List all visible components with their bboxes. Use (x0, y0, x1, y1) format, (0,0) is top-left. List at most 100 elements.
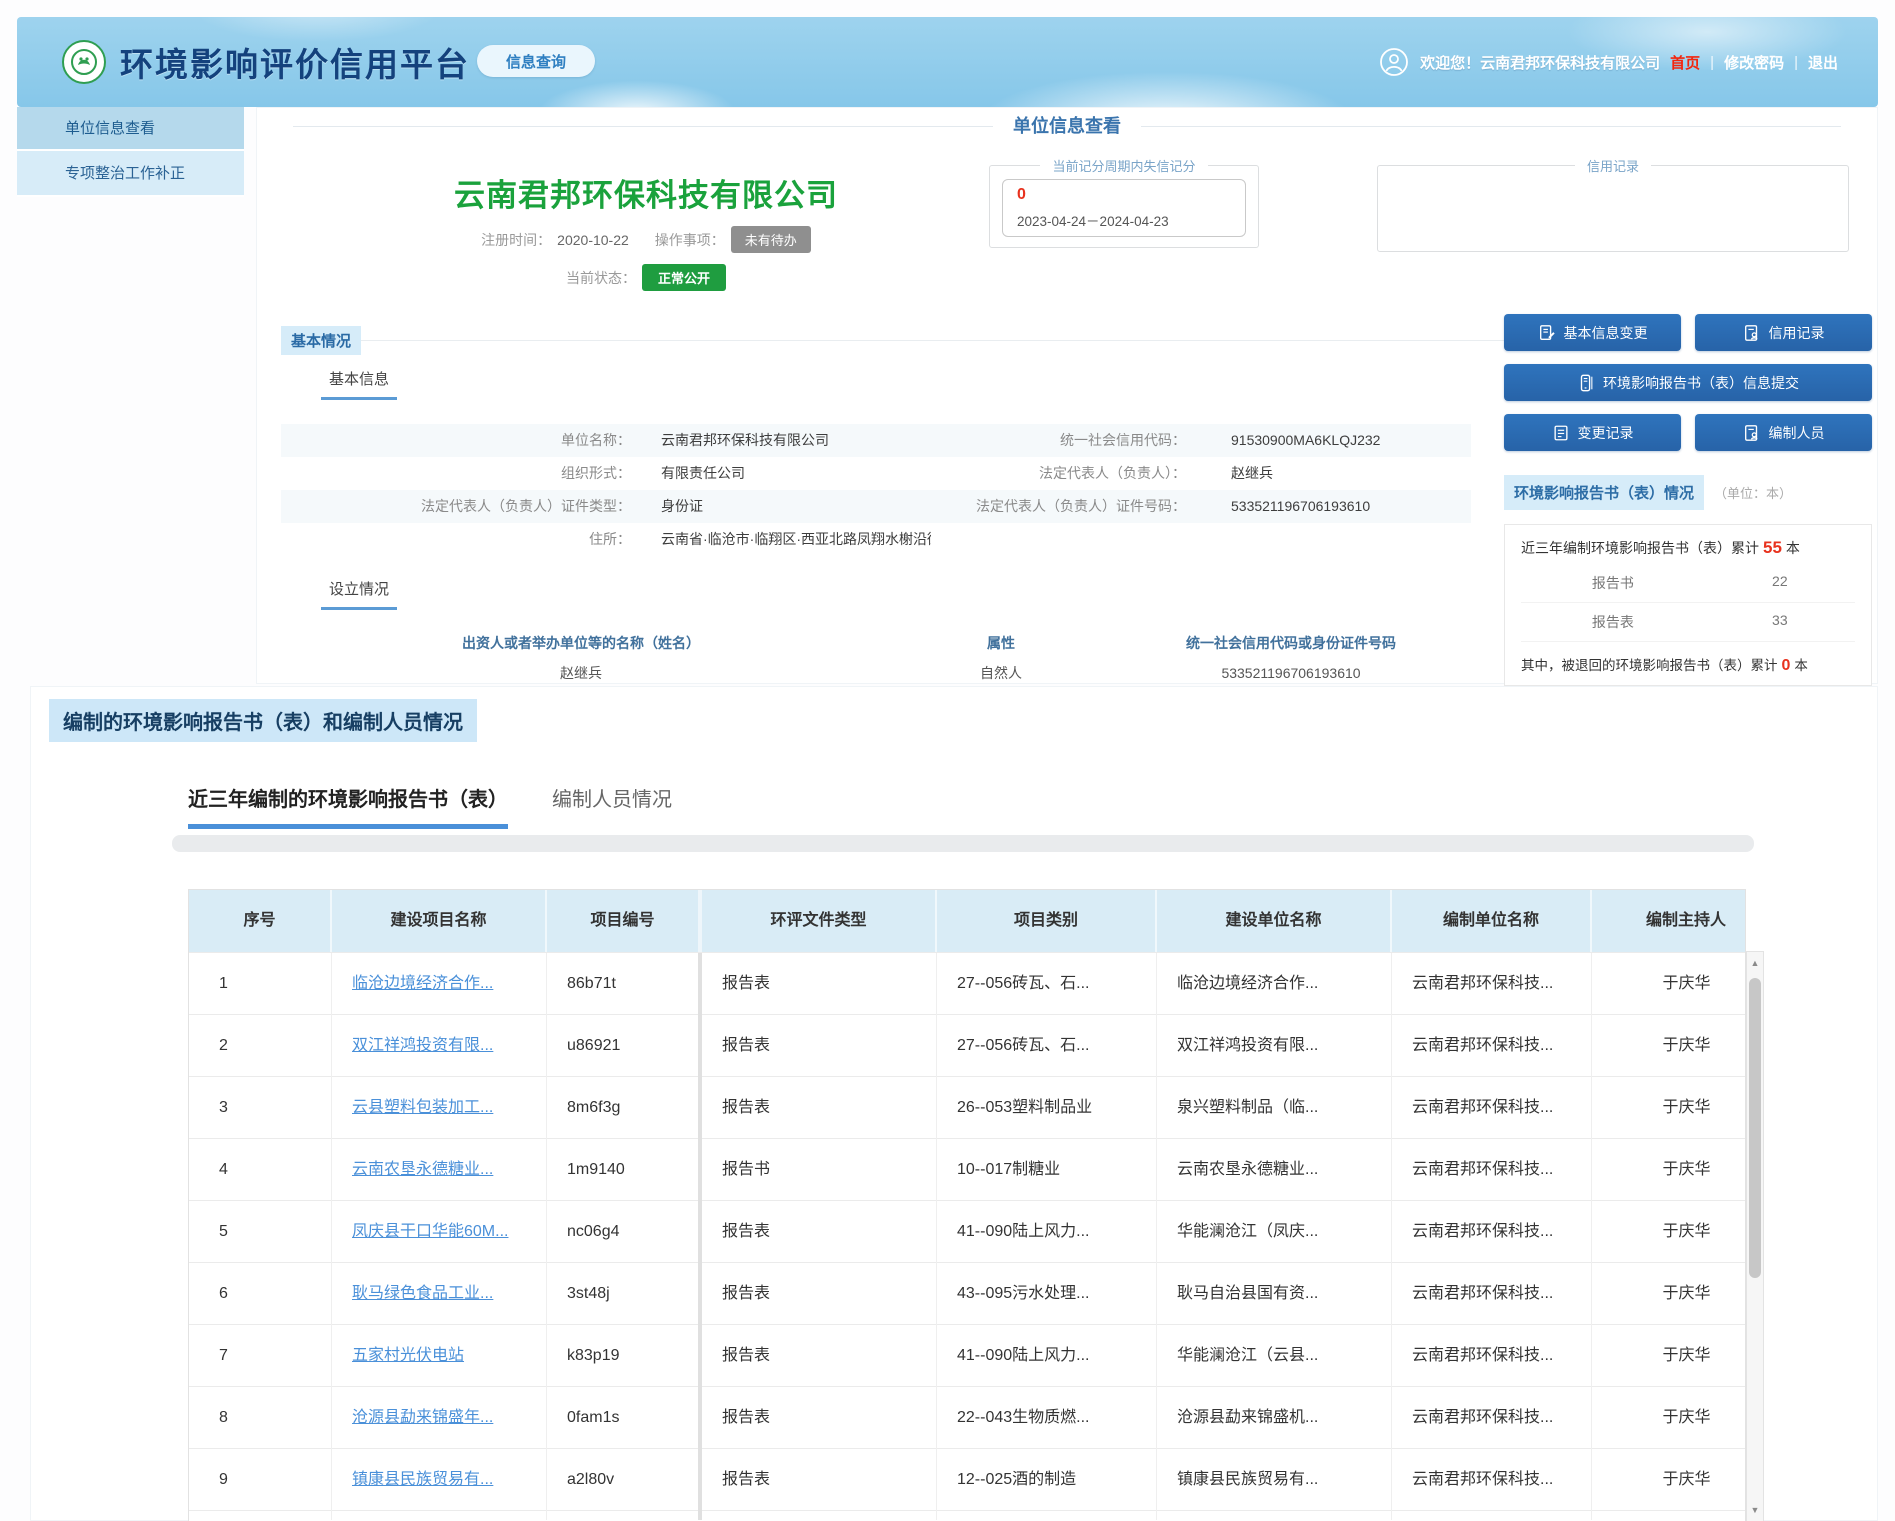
project-name-link[interactable]: 镇康县民族贸易有... (332, 1449, 547, 1511)
project-name-link[interactable]: 双江祥鸿投资有限... (332, 1015, 547, 1077)
project-code: k83p19 (547, 1325, 702, 1387)
change-record-button[interactable]: 变更记录 (1504, 414, 1681, 451)
column-header: 项目类别 (937, 890, 1157, 952)
stat-value: 22 (1705, 573, 1855, 593)
project-name-link[interactable]: 五家村光伏电站 (332, 1325, 547, 1387)
project-name-link[interactable]: 凤庆县干口华能60M... (332, 1201, 547, 1263)
form-row: 住所： 云南省·临沧市·临翔区·西亚北路凤翔水榭沿街一层 (281, 523, 1471, 556)
compiling-unit: 云南君邦环保科技... (1392, 1449, 1592, 1511)
tab-setup-info[interactable]: 设立情况 (321, 578, 397, 610)
compiling-unit: 云南君邦环保科技... (1392, 1325, 1592, 1387)
staff-button[interactable]: 编制人员 (1695, 414, 1872, 451)
project-name-link[interactable]: 耿马绿色食品工业... (332, 1263, 547, 1325)
project-category: 22--043生物质燃... (937, 1387, 1157, 1449)
credit-record-legend: 信用记录 (1575, 156, 1651, 175)
setup-table: 出资人或者举办单位等的名称（姓名） 属性 统一社会信用代码或身份证件号码 赵继兵… (281, 628, 1471, 688)
chief-compiler: 于庆华 (1592, 1387, 1746, 1449)
project-name-link[interactable]: 临沧边境经济合作... (332, 953, 547, 1015)
company-summary: 云南君邦环保科技有限公司 注册时间： 2020-10-22 操作事项： 未有待办… (303, 156, 1849, 274)
status-label: 当前状态： (566, 268, 636, 288)
compiling-unit: 云南君邦环保科技... (1392, 1201, 1592, 1263)
compiling-unit: 云南君邦环保科技... (1392, 1263, 1592, 1325)
chief-compiler: 于庆华 (1592, 1201, 1746, 1263)
vertical-scrollbar[interactable]: ▲ ▼ (1746, 951, 1764, 1521)
basic-section-rule: 基本情况 (281, 326, 1471, 354)
stat-label: 报告表 (1521, 612, 1705, 632)
stat-label: 报告书 (1521, 573, 1705, 593)
report-summary-line: 近三年编制环境影响报告书（表）累计55本 (1521, 538, 1855, 558)
score-box: 0 2023-04-24－2024-04-23 (1002, 179, 1246, 237)
register-time-label: 注册时间： (481, 230, 551, 250)
table-row: 5 凤庆县干口华能60M... nc06g4 报告表 41--090陆上风力..… (189, 1200, 1746, 1262)
chief-compiler: 于庆华 (1592, 1077, 1746, 1139)
project-name-link[interactable]: 沧源县勐来锦盛年... (332, 1387, 547, 1449)
project-code: 86b71t (547, 953, 702, 1015)
eia-doc-type: 报告表 (702, 1387, 937, 1449)
sidebar-item-rectification[interactable]: 专项整治工作补正 (17, 151, 244, 197)
basic-section-heading: 基本情况 (281, 326, 361, 355)
compiling-unit: 云南君邦环保科技... (1392, 1077, 1592, 1139)
nav-change-password-link[interactable]: 修改密码 (1724, 52, 1784, 73)
nav-logout-link[interactable]: 退出 (1808, 52, 1838, 73)
chief-compiler: 于庆华 (1592, 953, 1746, 1015)
page-title: 单位信息查看 (993, 112, 1141, 138)
project-code: a2l80v (547, 1449, 702, 1511)
reports-section-heading: 编制的环境影响报告书（表）和编制人员情况 (49, 699, 477, 742)
field-value: 91530900MA6KLQJ232 (1186, 424, 1471, 457)
project-category: 41--090陆上风力... (937, 1201, 1157, 1263)
scroll-up-icon[interactable]: ▲ (1747, 952, 1763, 974)
table-row: 7 五家村光伏电站 k83p19 报告表 41--090陆上风力... 华能澜沧… (189, 1324, 1746, 1386)
project-category: 12--025酒的制造 (937, 1449, 1157, 1511)
sidebar-item-unit-info[interactable]: 单位信息查看 (17, 107, 244, 151)
eia-doc-type: 报告表 (702, 953, 937, 1015)
compiling-unit: 云南君邦环保科技... (1392, 953, 1592, 1015)
credit-record-label: 信用记录 (1769, 323, 1825, 343)
project-category: 43--095污水处理... (937, 1263, 1157, 1325)
tab-basic-info[interactable]: 基本信息 (321, 368, 397, 400)
summary-unit: 本 (1786, 540, 1800, 556)
project-category: 41--090陆上风力... (937, 1325, 1157, 1387)
column-header: 编制主持人 (1592, 890, 1746, 952)
eia-doc-type: 报告表 (702, 1015, 937, 1077)
row-index: 1 (189, 953, 332, 1015)
investor-name: 赵继兵 (281, 658, 881, 688)
nav-home-link[interactable]: 首页 (1670, 52, 1700, 73)
field-label: 统一社会信用代码： (931, 424, 1186, 457)
scrollbar-thumb[interactable] (1749, 978, 1761, 1278)
platform-title: 环境影响评价信用平台 (120, 38, 470, 86)
eia-doc-type: 报告表 (702, 1449, 937, 1511)
tab-recent-reports[interactable]: 近三年编制的环境影响报告书（表） (188, 783, 508, 829)
company-block: 云南君邦环保科技有限公司 注册时间： 2020-10-22 操作事项： 未有待办… (303, 156, 989, 274)
status-badge: 正常公开 (642, 264, 726, 291)
basic-change-label: 基本信息变更 (1564, 323, 1648, 343)
project-code: 3st48j (547, 1263, 702, 1325)
eia-doc-type: 报告书 (702, 1139, 937, 1201)
eia-doc-type: 报告表 (702, 1201, 937, 1263)
summary-count: 55 (1759, 538, 1786, 557)
app-header: 环境影响评价信用平台 信息查询 欢迎您！云南君邦环保科技有限公司 首页 | 修改… (17, 17, 1878, 107)
chief-compiler: 于庆华 (1592, 1015, 1746, 1077)
project-name-link[interactable]: 云县塑料包装加工... (332, 1077, 547, 1139)
info-query-button[interactable]: 信息查询 (477, 45, 595, 77)
credit-record-button[interactable]: 信用记录 (1695, 314, 1872, 351)
table-row: 1 临沧边境经济合作... 86b71t 报告表 27--056砖瓦、石... … (189, 952, 1746, 1014)
field-label: 住所： (281, 523, 631, 556)
setup-column-header: 出资人或者举办单位等的名称（姓名） (281, 628, 881, 658)
horizontal-scrollbar[interactable] (172, 835, 1754, 852)
table-row: 6 耿马绿色食品工业... 3st48j 报告表 43--095污水处理... … (189, 1262, 1746, 1324)
report-submit-button[interactable]: 环境影响报告书（表）信息提交 (1504, 364, 1872, 401)
tab-staff-info[interactable]: 编制人员情况 (552, 783, 672, 829)
setup-table-row: 赵继兵 自然人 533521196706193610 (281, 658, 1471, 688)
person-badge-icon (1743, 424, 1761, 442)
project-name-link[interactable]: 云南农垦永德糖业... (332, 1139, 547, 1201)
table-row: 3 云县塑料包装加工... 8m6f3g 报告表 26--053塑料制品业 泉兴… (189, 1076, 1746, 1138)
construction-unit: 双江祥鸿投资有限... (1157, 1015, 1392, 1077)
basic-change-button[interactable]: 基本信息变更 (1504, 314, 1681, 351)
construction-unit: 泉兴塑料制品（临... (1157, 1077, 1392, 1139)
reports-section: 编制的环境影响报告书（表）和编制人员情况 近三年编制的环境影响报告书（表） 编制… (30, 686, 1878, 1521)
score-legend: 当前记分周期内失信记分 (1040, 156, 1207, 175)
investor-type: 自然人 (881, 658, 1121, 688)
tab-label: 近三年编制的环境影响报告书（表） (188, 789, 508, 811)
sidebar: 单位信息查看 专项整治工作补正 (17, 107, 244, 197)
scroll-down-icon[interactable]: ▼ (1747, 1499, 1763, 1521)
